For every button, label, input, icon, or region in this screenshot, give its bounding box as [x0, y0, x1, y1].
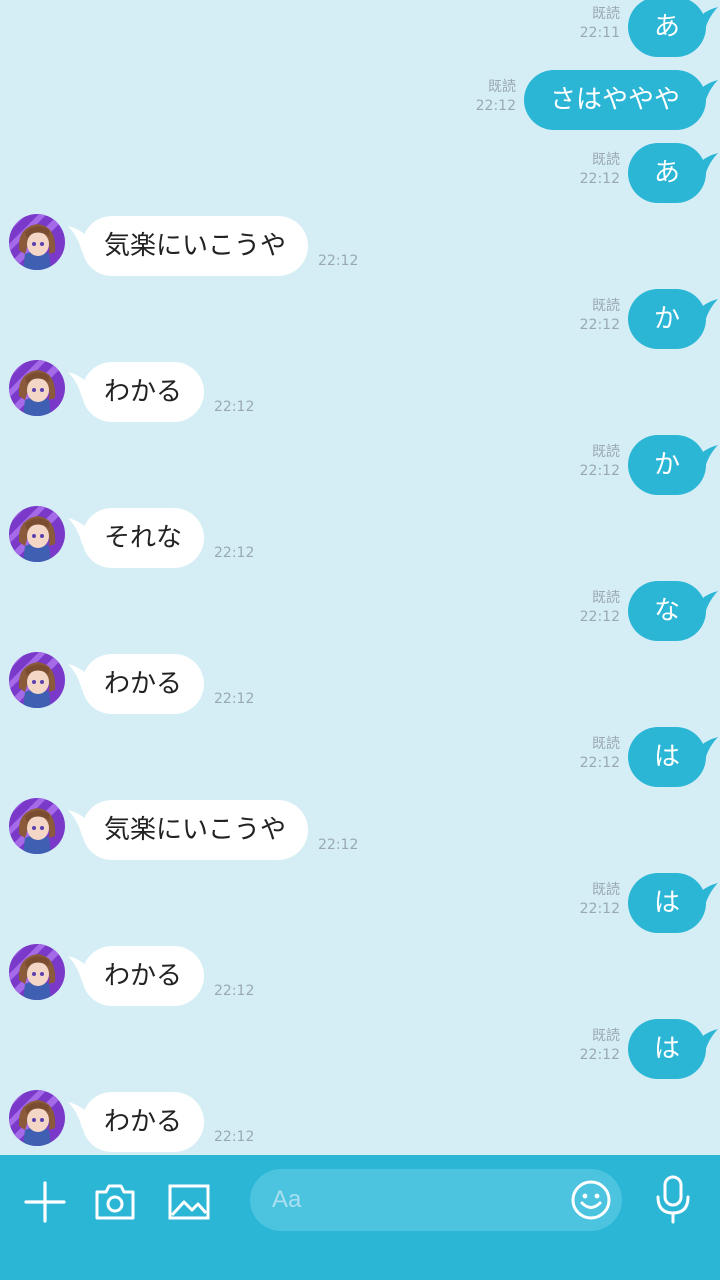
message-bubble[interactable]: か	[627, 289, 718, 349]
message-time: 22:12	[214, 691, 255, 707]
read-receipt: 既読	[592, 882, 620, 898]
avatar[interactable]	[9, 652, 65, 708]
message-text: は	[653, 888, 680, 918]
message-text: それな	[104, 523, 183, 553]
message-time: 22:12	[214, 545, 255, 561]
message-text: は	[653, 1034, 680, 1064]
message-time: 22:12	[318, 253, 359, 269]
bubble-tail	[688, 0, 718, 55]
chat-message-list[interactable]: あ 既読 22:11 さはややや 既読 22:12 あ 既読 22:12 気楽に…	[0, 0, 720, 1155]
read-receipt: 既読	[592, 6, 620, 22]
message-bubble[interactable]: は	[627, 873, 718, 933]
message-bubble[interactable]: 気楽にいこうや	[68, 216, 309, 276]
message-time: 22:12	[579, 1047, 620, 1063]
message-bubble[interactable]: わかる	[68, 362, 205, 422]
bubble-tail	[68, 652, 98, 712]
bubble-tail	[688, 725, 718, 785]
message-bubble[interactable]: わかる	[68, 946, 205, 1006]
avatar[interactable]	[9, 798, 65, 854]
message-bubble[interactable]: それな	[68, 508, 205, 568]
message-text: 気楽にいこうや	[104, 231, 287, 261]
message-text: か	[653, 304, 680, 334]
message-text: あ	[653, 158, 680, 188]
message-input-bar	[0, 1155, 720, 1280]
message-time: 22:12	[214, 983, 255, 999]
message-text: な	[653, 596, 680, 626]
bubble-tail	[688, 141, 718, 201]
message-time: 22:12	[579, 609, 620, 625]
message-bubble[interactable]: わかる	[68, 654, 205, 714]
message-meta: 既読 22:11	[580, 5, 620, 43]
message-time: 22:11	[579, 25, 620, 41]
read-receipt: 既読	[488, 79, 516, 95]
message-text: か	[653, 450, 680, 480]
message-meta: 既読 22:12	[580, 881, 620, 919]
bubble-tail	[68, 1090, 98, 1150]
message-bubble[interactable]: さはややや	[523, 70, 718, 130]
message-meta: 既読 22:12	[580, 735, 620, 773]
message-bubble[interactable]: な	[627, 581, 718, 641]
avatar[interactable]	[9, 506, 65, 562]
image-icon[interactable]	[164, 1177, 214, 1227]
bubble-tail	[688, 68, 718, 128]
bubble-tail	[68, 360, 98, 420]
avatar[interactable]	[9, 360, 65, 416]
message-text: わかる	[104, 669, 183, 699]
emoji-icon[interactable]	[566, 1175, 616, 1225]
message-time: 22:12	[214, 1129, 255, 1145]
message-text: 気楽にいこうや	[104, 815, 287, 845]
message-time: 22:12	[318, 837, 359, 853]
message-time: 22:12	[579, 755, 620, 771]
message-text: わかる	[104, 961, 183, 991]
read-receipt: 既読	[592, 736, 620, 752]
message-bubble[interactable]: あ	[627, 0, 718, 57]
read-receipt: 既読	[592, 298, 620, 314]
message-text: わかる	[104, 1107, 183, 1137]
bubble-tail	[688, 287, 718, 347]
message-meta: 既読 22:12	[580, 297, 620, 335]
bubble-tail	[688, 433, 718, 493]
message-time: 22:12	[579, 171, 620, 187]
avatar[interactable]	[9, 944, 65, 1000]
plus-icon[interactable]	[20, 1177, 70, 1227]
message-meta: 既読 22:12	[580, 1027, 620, 1065]
bubble-tail	[68, 798, 98, 858]
microphone-icon[interactable]	[648, 1175, 698, 1225]
message-time: 22:12	[579, 901, 620, 917]
message-meta: 既読 22:12	[580, 443, 620, 481]
message-bubble[interactable]: わかる	[68, 1092, 205, 1152]
message-bubble[interactable]: あ	[627, 143, 718, 203]
camera-icon[interactable]	[90, 1177, 140, 1227]
message-text: は	[653, 742, 680, 772]
avatar[interactable]	[9, 1090, 65, 1146]
read-receipt: 既読	[592, 1028, 620, 1044]
message-time: 22:12	[579, 463, 620, 479]
message-time: 22:12	[475, 98, 516, 114]
message-meta: 既読 22:12	[476, 78, 516, 116]
message-text: わかる	[104, 377, 183, 407]
read-receipt: 既読	[592, 590, 620, 606]
bubble-tail	[688, 579, 718, 639]
message-meta: 既読 22:12	[580, 589, 620, 627]
bubble-tail	[688, 871, 718, 931]
message-time: 22:12	[579, 317, 620, 333]
bubble-tail	[688, 1017, 718, 1077]
bubble-tail	[68, 944, 98, 1004]
message-time: 22:12	[214, 399, 255, 415]
message-bubble[interactable]: か	[627, 435, 718, 495]
message-bubble[interactable]: は	[627, 727, 718, 787]
read-receipt: 既読	[592, 444, 620, 460]
read-receipt: 既読	[592, 152, 620, 168]
message-bubble[interactable]: は	[627, 1019, 718, 1079]
message-meta: 既読 22:12	[580, 151, 620, 189]
avatar[interactable]	[9, 214, 65, 270]
bubble-tail	[68, 506, 98, 566]
message-bubble[interactable]: 気楽にいこうや	[68, 800, 309, 860]
message-text: あ	[653, 12, 680, 42]
bubble-tail	[68, 214, 98, 274]
message-text: さはややや	[549, 85, 680, 115]
